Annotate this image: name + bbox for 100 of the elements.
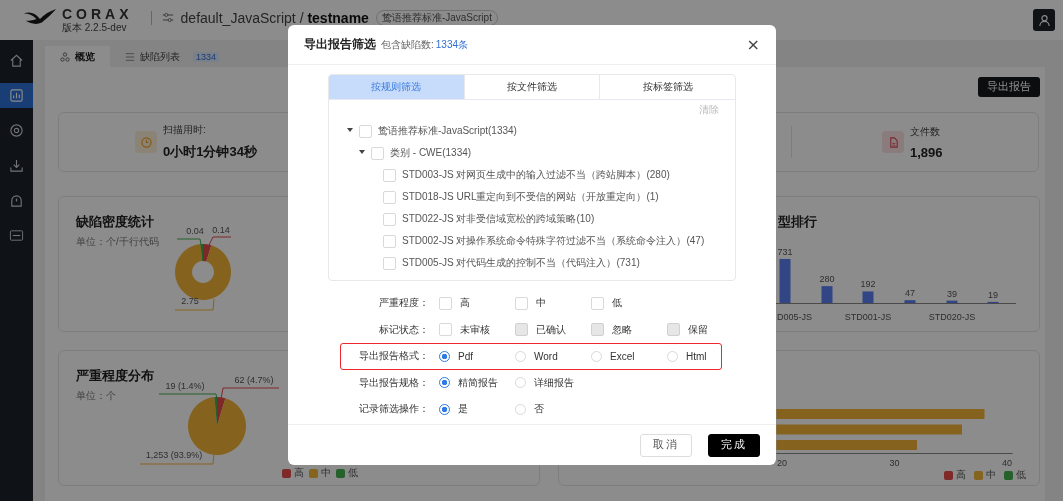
legend-label: 中	[986, 469, 996, 481]
data-label: 280	[819, 274, 835, 285]
export-report-button[interactable]: 导出报告	[978, 77, 1040, 97]
data-label: 0.04	[186, 226, 204, 236]
data-label: 19 (1.4%)	[165, 381, 205, 391]
checkbox[interactable]	[359, 124, 372, 138]
cancel-button[interactable]: 取消	[640, 433, 692, 457]
axis-label: 40	[1002, 458, 1012, 468]
leader-line	[174, 298, 215, 311]
tree-item-label[interactable]: STD022-JS 对非受信域宽松的跨域策略(10)	[402, 212, 595, 226]
legend-label: 高	[956, 469, 966, 481]
nodes-icon	[60, 51, 70, 62]
checkbox[interactable]	[383, 256, 396, 270]
tree-item-label[interactable]: STD005-JS 对代码生成的控制不当（代码注入）(731)	[402, 256, 640, 270]
legend-label: 低	[1016, 469, 1026, 481]
user-button[interactable]	[1033, 9, 1055, 31]
form-label: 导出报告格式：	[358, 349, 429, 364]
option-label[interactable]: Html	[686, 350, 707, 362]
filter-tab[interactable]: 按标签筛选	[599, 75, 735, 99]
filter-tab[interactable]: 按文件筛选	[463, 75, 600, 99]
page-tab[interactable]: 概览	[45, 46, 110, 67]
column-bar	[862, 291, 874, 303]
option-label[interactable]: 详细报告	[534, 375, 574, 390]
option-label[interactable]: 精简报告	[458, 375, 498, 390]
option-label[interactable]: Pdf	[458, 350, 473, 362]
leader-line	[158, 393, 218, 400]
tree-item-label[interactable]: STD002-JS 对操作系统命令特殊字符过滤不当（系统命令注入）(47)	[402, 234, 705, 248]
dialog-title: 导出报告筛选	[304, 36, 376, 53]
option-label[interactable]: 中	[536, 296, 546, 311]
tree-item-label[interactable]: STD003-JS 对网页生成中的输入过滤不当（跨站脚本）(280)	[402, 168, 670, 182]
checkbox[interactable]	[439, 323, 452, 337]
form-label: 记录筛选操作：	[358, 402, 429, 417]
logo-text: CORAX	[62, 7, 133, 22]
axis-label: STD001-JS	[844, 312, 892, 322]
radio-button[interactable]	[439, 403, 450, 415]
option-label[interactable]: Excel	[610, 350, 635, 362]
card-title: 严重程度分布	[76, 368, 154, 385]
form-label: 标记状态：	[378, 322, 429, 337]
data-label: 19	[988, 289, 998, 300]
data-label: 62 (4.7%)	[234, 375, 274, 385]
column-bar	[904, 300, 916, 303]
bar-chart-icon	[9, 88, 24, 103]
defect-count-label: 包含缺陷数:	[381, 37, 434, 52]
column-bar	[946, 300, 958, 303]
option-label[interactable]: 未审核	[460, 322, 490, 337]
leader-line	[208, 236, 232, 246]
unit-label: 单位：个/千行代码	[76, 235, 159, 249]
option-label[interactable]: Word	[534, 350, 558, 362]
checkbox[interactable]	[383, 168, 396, 182]
axis-label: STD020-JS	[928, 312, 976, 322]
list-icon	[125, 51, 135, 62]
axis-label: D005-JS	[777, 312, 812, 322]
column-bar	[779, 259, 791, 303]
leader-line	[176, 238, 203, 252]
sidebar-item[interactable]	[0, 83, 33, 108]
axis-label: 20	[777, 458, 787, 468]
settings-icon[interactable]	[161, 12, 174, 23]
checkbox[interactable]	[383, 234, 396, 248]
tree-item-label[interactable]: 类别 - CWE(1334)	[390, 146, 472, 160]
checkbox[interactable]	[383, 212, 396, 226]
stat-value: 1,896	[910, 144, 943, 160]
stat-value: 0小时1分钟34秒	[163, 143, 257, 161]
card-title: 缺陷密度统计	[76, 214, 155, 231]
option-label[interactable]: 是	[458, 402, 468, 417]
unit-label: 单位：个	[76, 389, 117, 403]
data-label: 731	[777, 247, 793, 257]
form-label: 导出报告规格：	[358, 375, 429, 390]
form-label: 严重程度：	[378, 296, 429, 311]
checkbox[interactable]	[371, 146, 384, 160]
radio-button[interactable]	[439, 377, 450, 389]
leader-line	[220, 387, 280, 400]
page-tab[interactable]: 缺陷列表 1334	[110, 46, 235, 67]
checkbox[interactable]	[383, 190, 396, 204]
user-icon	[1037, 13, 1051, 27]
option-label[interactable]: 低	[612, 296, 622, 311]
data-label: 39	[947, 288, 957, 299]
tree-item-label[interactable]: STD018-JS URL重定向到不受信的网站（开放重定向）(1)	[402, 190, 659, 204]
data-label: 47	[905, 288, 915, 299]
data-label: 1,253 (93.9%)	[145, 450, 203, 460]
tag-icon	[9, 228, 24, 243]
defect-count: 1334条	[435, 37, 469, 52]
checkbox[interactable]	[439, 296, 452, 310]
axis-label: 30	[889, 458, 900, 468]
option-label[interactable]: 否	[534, 402, 544, 417]
close-button[interactable]: ×	[746, 35, 760, 54]
data-label: 2.75	[181, 296, 199, 306]
stat-label: 扫描用时:	[163, 123, 207, 137]
checkbox[interactable]	[515, 296, 528, 310]
option-label[interactable]: 高	[460, 296, 470, 311]
clock-icon	[135, 131, 157, 153]
tree-item-label[interactable]: 鸷语推荐标准-JavaScript(1334)	[378, 124, 517, 138]
download-icon	[9, 158, 24, 173]
checkbox[interactable]	[591, 296, 604, 310]
confirm-button[interactable]: 完成	[708, 433, 760, 457]
card-title: 型排行	[778, 214, 817, 231]
alert-icon	[9, 193, 24, 208]
project-breadcrumb: default_JavaScript / testname	[180, 9, 369, 26]
data-label: 0.14	[212, 225, 230, 235]
legend-label: 低	[348, 467, 358, 479]
radio-button[interactable]	[439, 350, 450, 362]
